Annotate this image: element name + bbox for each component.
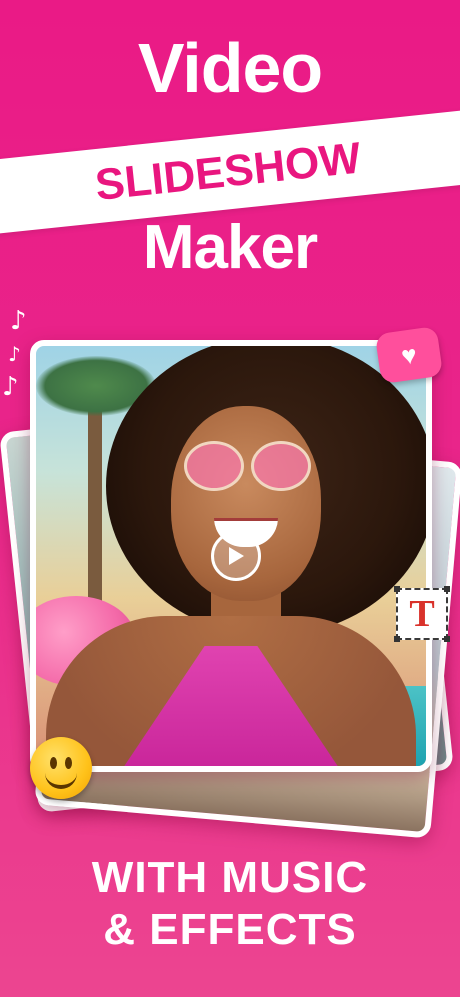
play-button[interactable] <box>211 531 261 581</box>
headline-video: Video <box>137 29 323 107</box>
tagline-effects: & EFFECTS <box>103 905 357 954</box>
music-note-icon: ♪ <box>2 372 19 402</box>
sunglasses-lens-right <box>251 441 311 491</box>
text-tool-glyph: T <box>409 593 435 635</box>
sunglasses-lens-left <box>184 441 244 491</box>
headline-maker: Maker <box>142 213 318 282</box>
app-store-screenshot: { "headline": { "line1": "Video", "line2… <box>0 0 460 997</box>
headline-slideshow: SLIDESHOW <box>92 133 364 211</box>
music-note-icon: ♪ <box>8 342 21 366</box>
text-tool-icon[interactable]: T <box>394 586 450 642</box>
heart-sticker-icon[interactable]: ♥ <box>374 325 444 385</box>
music-note-icon: ♪ <box>10 306 27 336</box>
smiley-emoji-icon[interactable] <box>30 737 92 799</box>
slide-card-front[interactable] <box>30 340 432 772</box>
tagline-with-music: WITH MUSIC <box>91 853 369 902</box>
play-icon <box>229 547 244 565</box>
